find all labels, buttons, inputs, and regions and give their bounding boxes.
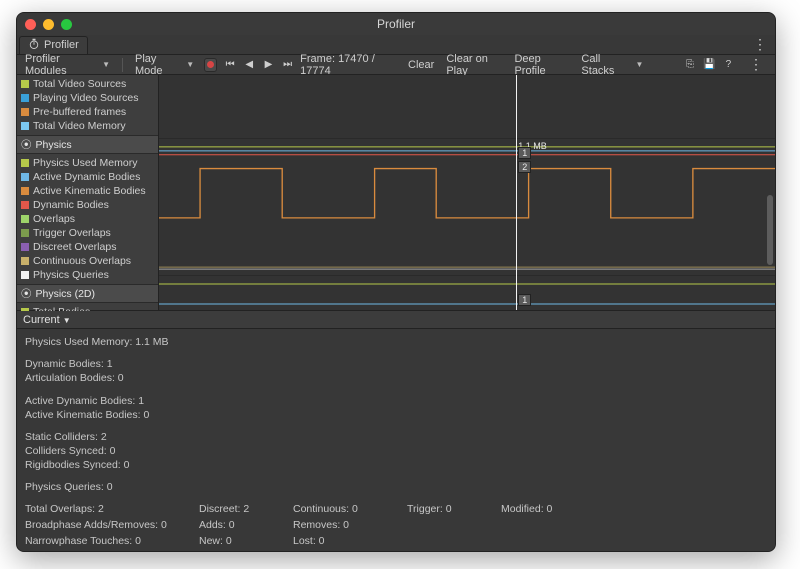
next-frame-button[interactable]: ⏭ [281, 59, 294, 70]
toolbar: Profiler Modules ▼ Play Mode ▼ ⏮ ◀ ▶ ⏭ F… [17, 55, 775, 75]
swatch-icon [21, 243, 29, 251]
marker-tag: 2 [518, 161, 531, 173]
swatch-icon [21, 187, 29, 195]
scroll-thumb[interactable] [767, 195, 773, 265]
list-item[interactable]: Continuous Overlaps [17, 254, 158, 268]
stat-cell: Narrowphase Touches: 0 [25, 535, 195, 547]
stat-line: Active Dynamic Bodies: 1 [25, 394, 767, 408]
tab-label: Profiler [44, 39, 79, 51]
call-stacks-dropdown[interactable]: Call Stacks ▼ [577, 57, 647, 73]
forward-button[interactable]: ▶ [262, 59, 275, 70]
stat-line: Dynamic Bodies: 1 [25, 357, 767, 371]
profiler-window: Profiler Profiler ⋮ Profiler Modules ▼ P… [16, 12, 776, 552]
physics-icon: ⦿ [21, 286, 32, 301]
load-icon[interactable]: ⎘ [683, 59, 696, 70]
chart-area: Total Video Sources Playing Video Source… [17, 75, 775, 311]
chevron-down-icon: ▼ [636, 60, 644, 69]
stat-line: Articulation Bodies: 0 [25, 371, 767, 385]
stat-line: Rigidbodies Synced: 0 [25, 458, 767, 472]
play-mode-dropdown[interactable]: Play Mode ▼ [131, 57, 198, 73]
chevron-down-icon: ▼ [102, 60, 110, 69]
module-physics[interactable]: ⦿ Physics Physics Used Memory Active Dyn… [17, 136, 158, 285]
detail-header: Current ▼ [17, 311, 775, 329]
chevron-down-icon: ▼ [186, 60, 194, 69]
stat-cell: Discreet: 2 [199, 503, 289, 515]
stat-cell: Broadphase Adds/Removes: 0 [25, 519, 195, 531]
deep-profile-toggle[interactable]: Deep Profile [514, 53, 571, 77]
swatch-icon [21, 257, 29, 265]
list-item[interactable]: Playing Video Sources [17, 91, 158, 105]
stat-line: Physics Used Memory: 1.1 MB [25, 335, 767, 349]
stat-cell: Trigger: 0 [407, 503, 497, 515]
chart-video[interactable] [159, 75, 775, 139]
stat-line: Colliders Synced: 0 [25, 444, 767, 458]
list-item[interactable]: Pre-buffered frames [17, 105, 158, 119]
swatch-icon [21, 159, 29, 167]
list-item[interactable]: Discreet Overlaps [17, 240, 158, 254]
scrollbar[interactable] [766, 75, 774, 310]
marker-tag: 1 [518, 147, 531, 159]
swatch-icon [21, 108, 29, 116]
swatch-icon [21, 80, 29, 88]
record-button[interactable] [204, 58, 217, 72]
module-header[interactable]: ⦿ Physics [17, 136, 158, 154]
tab-profiler[interactable]: Profiler [19, 36, 88, 54]
stat-cell: Adds: 0 [199, 519, 289, 531]
marker-tag: 1 [518, 294, 531, 306]
swatch-icon [21, 122, 29, 130]
list-item[interactable]: Physics Queries [17, 268, 158, 282]
stat-cell: Removes: 0 [293, 519, 403, 531]
clear-on-play-toggle[interactable]: Clear on Play [446, 53, 508, 77]
chart-physics-2d[interactable]: 1 [159, 276, 775, 310]
toolbar-menu-icon[interactable]: ⋮ [741, 56, 771, 73]
swatch-icon [21, 215, 29, 223]
list-item[interactable]: Total Video Memory [17, 119, 158, 133]
record-icon [207, 61, 214, 68]
swatch-icon [21, 94, 29, 102]
save-icon[interactable]: 💾 [703, 59, 716, 70]
module-video[interactable]: Total Video Sources Playing Video Source… [17, 75, 158, 136]
stat-cell: New: 0 [199, 535, 289, 547]
titlebar: Profiler [17, 13, 775, 35]
swatch-icon [21, 271, 29, 279]
module-header[interactable]: ⦿ Physics (2D) [17, 285, 158, 303]
profiler-modules-dropdown[interactable]: Profiler Modules ▼ [21, 57, 114, 73]
list-item[interactable]: Total Video Sources [17, 77, 158, 91]
content-area: Total Video Sources Playing Video Source… [17, 75, 775, 551]
module-sidebar: Total Video Sources Playing Video Source… [17, 75, 159, 310]
stat-cell: Total Overlaps: 2 [25, 503, 195, 515]
playhead[interactable] [516, 75, 517, 310]
help-icon[interactable]: ? [722, 59, 735, 70]
stat-line: Physics Queries: 0 [25, 480, 767, 494]
swatch-icon [21, 229, 29, 237]
list-item[interactable]: Overlaps [17, 212, 158, 226]
list-item[interactable]: Dynamic Bodies [17, 198, 158, 212]
list-item[interactable]: Physics Used Memory [17, 156, 158, 170]
list-item[interactable]: Active Dynamic Bodies [17, 170, 158, 184]
clear-button[interactable]: Clear [408, 59, 434, 71]
window-title: Profiler [17, 17, 775, 31]
stopwatch-icon [28, 38, 40, 53]
list-item[interactable]: Active Kinematic Bodies [17, 184, 158, 198]
frame-counter: Frame: 17470 / 17774 [300, 53, 402, 77]
chevron-down-icon: ▼ [63, 316, 71, 325]
swatch-icon [21, 201, 29, 209]
detail-view-dropdown[interactable]: Current ▼ [23, 314, 71, 326]
stat-cell: Modified: 0 [501, 503, 591, 515]
tab-menu-icon[interactable]: ⋮ [745, 36, 775, 53]
swatch-icon [21, 173, 29, 181]
stat-line: Static Colliders: 2 [25, 430, 767, 444]
stat-line: Active Kinematic Bodies: 0 [25, 408, 767, 422]
stat-cell: Lost: 0 [293, 535, 403, 547]
prev-frame-button[interactable]: ⏮ [223, 59, 236, 70]
chart-column[interactable]: 1.1 MB 1 2 1 [159, 75, 775, 310]
stat-cell: Continuous: 0 [293, 503, 403, 515]
detail-panel: Physics Used Memory: 1.1 MB Dynamic Bodi… [17, 329, 775, 551]
chart-physics[interactable]: 1.1 MB 1 2 [159, 139, 775, 276]
physics-icon: ⦿ [21, 137, 32, 152]
list-item[interactable]: Trigger Overlaps [17, 226, 158, 240]
overlap-grid: Total Overlaps: 2 Discreet: 2 Continuous… [25, 503, 767, 547]
back-button[interactable]: ◀ [243, 59, 256, 70]
